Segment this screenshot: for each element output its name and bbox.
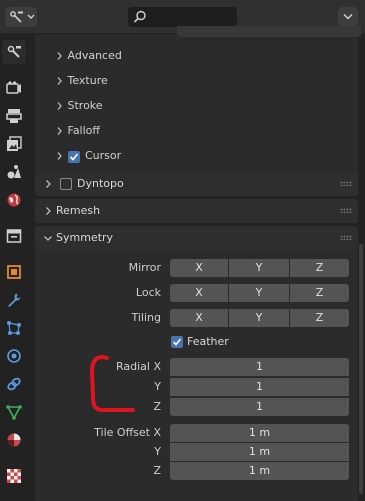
tile-offset-z-label: Z <box>153 464 161 477</box>
chevron-down-icon <box>343 13 353 20</box>
tile-offset-x-field[interactable]: 1 m <box>170 424 349 442</box>
subpanel-label: Falloff <box>67 124 100 137</box>
scene-icon <box>7 165 21 179</box>
radial-x-label: Radial X <box>115 360 161 373</box>
tab-object[interactable] <box>2 260 26 284</box>
feather-label: Feather <box>187 335 229 348</box>
chevron-right-icon <box>57 127 62 135</box>
subpanel-stroke[interactable]: Stroke <box>52 97 103 115</box>
chevron-right-icon <box>57 77 62 85</box>
chevron-right-icon <box>57 152 62 160</box>
panel-symmetry-label: Symmetry <box>56 231 114 244</box>
tab-constraints[interactable] <box>2 372 26 396</box>
tiling-label: Tiling <box>131 311 161 324</box>
chevron-down-icon <box>27 14 35 19</box>
particles-icon <box>7 321 21 335</box>
tab-output[interactable] <box>2 104 26 128</box>
tab-texture[interactable] <box>2 464 26 488</box>
tab-view-layer[interactable] <box>2 132 26 156</box>
tile-offset-z-field[interactable]: 1 m <box>170 462 349 480</box>
drag-grip-icon[interactable] <box>340 181 352 186</box>
search-icon <box>133 10 146 23</box>
data-icon <box>6 405 22 420</box>
tab-particles[interactable] <box>2 316 26 340</box>
constraints-icon <box>7 377 21 391</box>
feather-checkbox[interactable] <box>171 336 183 348</box>
lock-y-toggle[interactable]: Y <box>229 284 289 302</box>
texture-icon <box>7 469 21 483</box>
tab-data[interactable] <box>2 400 26 424</box>
render-icon <box>6 81 21 94</box>
dyntopo-checkbox[interactable] <box>60 178 72 190</box>
chevron-right-icon <box>57 52 62 60</box>
panel-symmetry[interactable]: Symmetry <box>35 226 358 250</box>
radial-y-field[interactable]: 1 <box>170 378 349 396</box>
modifier-wrench-icon <box>8 293 21 307</box>
mirror-label: Mirror <box>128 261 161 274</box>
options-dropdown-button[interactable] <box>338 7 358 27</box>
tab-physics[interactable] <box>2 344 26 368</box>
clipped-field <box>177 26 361 37</box>
radial-z-label: Z <box>153 400 161 413</box>
chevron-right-icon <box>46 207 51 215</box>
chevron-down-icon <box>44 236 52 241</box>
tab-material[interactable] <box>2 428 26 452</box>
radial-x-field[interactable]: 1 <box>170 358 349 376</box>
lock-z-toggle[interactable]: Z <box>290 284 349 302</box>
subpanel-texture[interactable]: Texture <box>52 72 108 90</box>
physics-icon <box>7 349 21 363</box>
world-icon <box>7 193 21 207</box>
tiling-z-toggle[interactable]: Z <box>290 309 349 327</box>
mirror-y-toggle[interactable]: Y <box>229 259 289 277</box>
collection-icon <box>6 229 22 243</box>
radial-z-field[interactable]: 1 <box>170 398 349 416</box>
subpanel-cursor-label: Cursor <box>85 149 122 162</box>
chevron-right-icon <box>57 102 62 110</box>
drag-grip-icon[interactable] <box>340 208 352 213</box>
tab-collection[interactable] <box>2 224 26 248</box>
checkmark-icon <box>69 153 79 161</box>
tiling-y-toggle[interactable]: Y <box>229 309 289 327</box>
subpanel-cursor[interactable] <box>52 147 64 165</box>
tile-offset-y-label: Y <box>154 445 161 458</box>
radial-y-label: Y <box>154 380 161 393</box>
tool-icon <box>10 11 23 23</box>
checkmark-icon <box>172 338 182 346</box>
editor-type-button[interactable] <box>5 7 37 27</box>
subpanel-advanced[interactable]: Advanced <box>52 47 122 65</box>
subpanel-label: Texture <box>67 74 108 87</box>
properties-tab-bar <box>0 34 28 501</box>
panel-remesh-label: Remesh <box>56 204 101 217</box>
lock-x-toggle[interactable]: X <box>170 284 228 302</box>
tile-offset-x-label: Tile Offset X <box>94 426 161 439</box>
panel-dyntopo[interactable]: Dyntopo <box>35 172 358 196</box>
tab-modifiers[interactable] <box>2 288 26 312</box>
material-icon <box>7 433 21 447</box>
subpanel-falloff[interactable]: Falloff <box>52 122 100 140</box>
tile-offset-y-field[interactable]: 1 m <box>170 443 349 461</box>
tiling-x-toggle[interactable]: X <box>170 309 228 327</box>
subpanel-label: Advanced <box>67 49 122 62</box>
object-icon <box>7 265 21 279</box>
chevron-right-icon <box>46 180 51 188</box>
tool-icon <box>7 45 21 58</box>
tab-world[interactable] <box>2 188 26 212</box>
panel-remesh[interactable]: Remesh <box>35 199 358 223</box>
mirror-z-toggle[interactable]: Z <box>290 259 349 277</box>
mirror-x-toggle[interactable]: X <box>170 259 228 277</box>
vertical-scrollbar[interactable] <box>359 244 363 494</box>
subpanel-label: Stroke <box>67 99 103 112</box>
tab-render[interactable] <box>2 76 26 100</box>
drag-grip-icon[interactable] <box>340 235 352 240</box>
search-input[interactable] <box>128 7 237 27</box>
view-layer-icon <box>7 136 22 151</box>
cursor-checkbox[interactable] <box>68 151 80 163</box>
panel-dyntopo-label: Dyntopo <box>77 177 124 190</box>
tab-tool[interactable] <box>2 40 26 64</box>
tab-scene[interactable] <box>2 160 26 184</box>
output-icon <box>6 109 22 123</box>
lock-label: Lock <box>135 286 161 299</box>
properties-content: Advanced Texture Stroke Falloff Cursor D… <box>28 26 365 501</box>
